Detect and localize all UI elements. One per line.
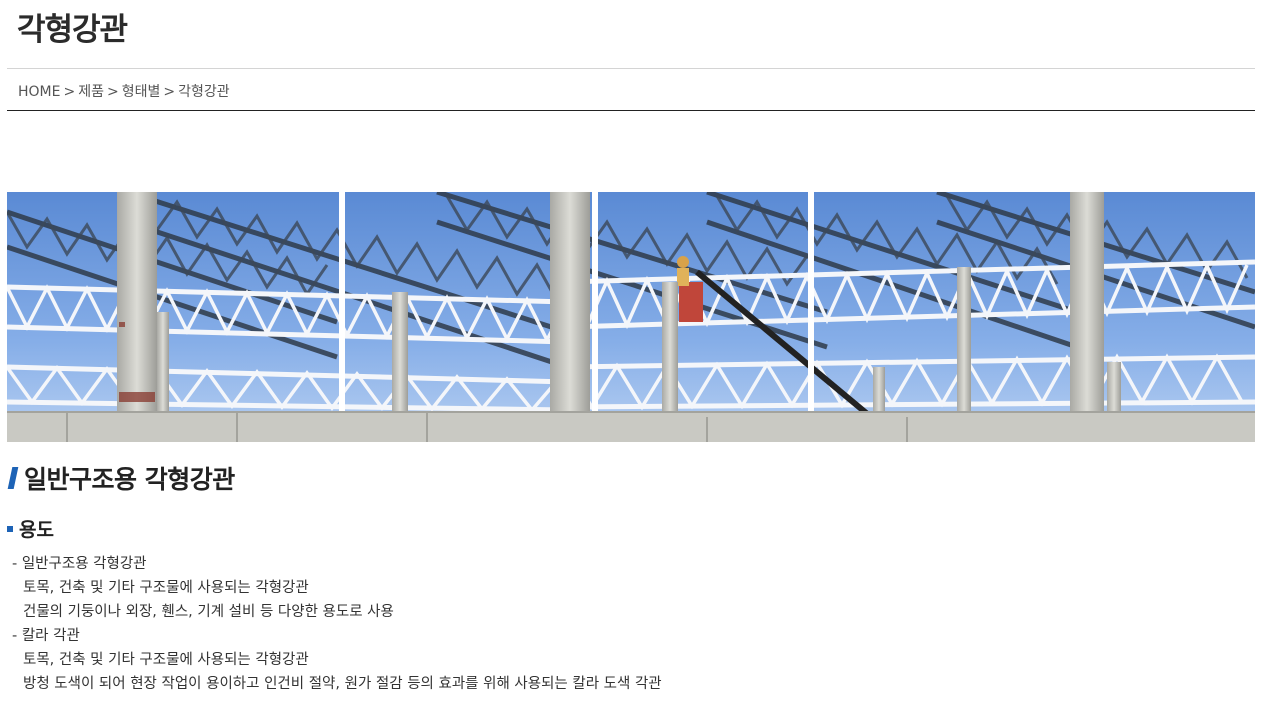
usage-item-description: 토목, 건축 및 기타 구조물에 사용되는 각형강관 — [23, 580, 309, 596]
page-title: 각형강관 — [17, 12, 128, 48]
usage-item: 칼라 각관 토목, 건축 및 기타 구조물에 사용되는 각형강관 방청 도색이 … — [12, 624, 662, 696]
section-title: 일반구조용 각형강관 — [7, 460, 235, 496]
usage-item: 일반구조용 각형강관 토목, 건축 및 기타 구조물에 사용되는 각형강관 건물… — [12, 552, 662, 624]
steel-truss-illustration — [7, 192, 1255, 442]
breadcrumb-separator: > — [163, 84, 176, 100]
usage-item-name: 칼라 각관 — [12, 628, 80, 644]
breadcrumb-divider — [7, 110, 1255, 111]
square-bullet-icon — [7, 525, 13, 532]
breadcrumb-current: 각형강관 — [178, 84, 230, 100]
usage-item-description: 방청 도색이 되어 현장 작업이 용이하고 인건비 절약, 원가 절감 등의 효… — [23, 676, 662, 692]
breadcrumb-separator: > — [106, 84, 119, 100]
section-title-text: 일반구조용 각형강관 — [24, 465, 235, 494]
breadcrumb: HOME > 제품 > 형태별 > 각형강관 — [18, 81, 230, 101]
usage-heading-text: 용도 — [19, 519, 54, 541]
title-accent-bar — [7, 467, 19, 489]
breadcrumb-by-shape-link[interactable]: 형태별 — [122, 84, 161, 100]
usage-item-description: 건물의 기둥이나 외장, 휀스, 기계 설비 등 다양한 용도로 사용 — [23, 604, 394, 620]
breadcrumb-home-link[interactable]: HOME — [18, 84, 60, 100]
usage-heading: 용도 — [7, 515, 54, 542]
usage-list: 일반구조용 각형강관 토목, 건축 및 기타 구조물에 사용되는 각형강관 건물… — [12, 552, 662, 696]
usage-item-description: 토목, 건축 및 기타 구조물에 사용되는 각형강관 — [23, 652, 309, 668]
hero-image — [7, 192, 1255, 442]
usage-item-name: 일반구조용 각형강관 — [12, 556, 147, 572]
breadcrumb-separator: > — [63, 84, 76, 100]
header-divider — [7, 68, 1255, 69]
breadcrumb-products-link[interactable]: 제품 — [78, 84, 104, 100]
